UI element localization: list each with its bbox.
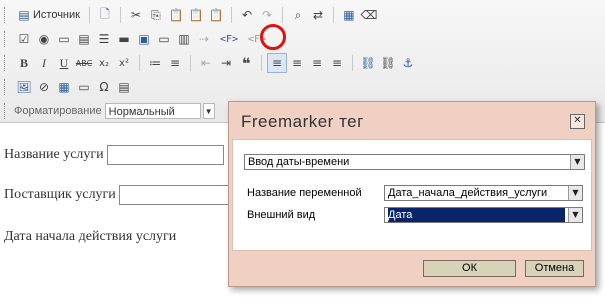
align-right-icon[interactable]: ≡ xyxy=(307,53,327,73)
toolbar-row-3: B I U ABC x₂ x² ≔ ≡ ⇤ ⇥ ❝ ≡ ≡ ≡ ≡ ⛓ ⛓ ⚓ xyxy=(4,52,418,74)
chevron-down-icon[interactable]: ▼ xyxy=(568,186,582,200)
textarea-icon[interactable]: ▤ xyxy=(74,29,94,49)
separator xyxy=(261,55,262,71)
freemarker-dialog: Freemarker тег ✕ Ввод даты-времени ▼ Наз… xyxy=(228,101,596,287)
format-label: Форматирование xyxy=(14,105,102,117)
service-name-label: Название услуги xyxy=(4,147,104,162)
special-char-icon[interactable]: Ω xyxy=(94,77,114,97)
page-break-icon[interactable]: ▤ xyxy=(114,77,134,97)
bold-icon[interactable]: B xyxy=(14,53,34,73)
superscript-icon[interactable]: x² xyxy=(114,53,134,73)
blockquote-icon[interactable]: ❝ xyxy=(236,53,256,73)
disabled-icon[interactable]: ⇢ xyxy=(194,29,214,49)
find-icon[interactable]: ⌕ xyxy=(288,5,308,25)
cancel-button[interactable]: Отмена xyxy=(525,260,584,277)
source-button[interactable]: ▤ Источник xyxy=(14,5,84,25)
variable-name-label: Название переменной xyxy=(247,187,362,199)
hidden-field-icon[interactable]: ▭ xyxy=(154,29,174,49)
radio-icon[interactable]: ◉ xyxy=(34,29,54,49)
provider-row: Поставщик услуги xyxy=(4,185,231,205)
select-field-icon[interactable]: ☰ xyxy=(94,29,114,49)
toolbar-row-2: ☑ ◉ ▭ ▤ ☰ ▬ ▣ ▭ ▥ ⇢ <F> <F> xyxy=(4,28,270,50)
separator xyxy=(281,7,283,23)
separator xyxy=(190,55,191,71)
toolbar-grip xyxy=(4,55,8,71)
source-label: Источник xyxy=(33,9,80,21)
indent-icon[interactable]: ⇥ xyxy=(216,53,236,73)
checkbox-icon[interactable]: ☑ xyxy=(14,29,34,49)
align-left-icon[interactable]: ≡ xyxy=(267,53,287,73)
variable-name-value: Дата_начала_действия_услуги xyxy=(388,187,548,199)
chevron-down-icon[interactable]: ▼ xyxy=(568,208,582,222)
start-date-label: Дата начала действия услуги xyxy=(4,229,177,244)
ordered-list-icon[interactable]: ≔ xyxy=(145,53,165,73)
replace-icon[interactable]: ⇄ xyxy=(308,5,328,25)
strike-icon[interactable]: ABC xyxy=(74,53,94,73)
separator xyxy=(139,55,140,71)
copy-icon[interactable]: ⎘ xyxy=(146,5,166,25)
appearance-select[interactable]: Дата ▼ xyxy=(384,207,583,223)
freemarker-icon[interactable]: <F> xyxy=(214,29,244,49)
image-icon[interactable]: 🖼 xyxy=(14,77,34,97)
image-button-icon[interactable]: ▣ xyxy=(134,29,154,49)
anchor-icon[interactable]: ⚓ xyxy=(398,53,418,73)
chevron-down-icon[interactable]: ▼ xyxy=(570,155,584,169)
dialog-title: Freemarker тег xyxy=(241,112,364,131)
highlight-circle xyxy=(260,24,286,50)
ok-button[interactable]: ОК xyxy=(423,260,516,277)
separator xyxy=(332,7,334,23)
variable-name-select[interactable]: Дата_начала_действия_услуги ▼ xyxy=(384,185,583,201)
service-name-row: Название услуги xyxy=(4,145,224,165)
toolbar-grip xyxy=(4,31,8,47)
undo-icon[interactable]: ↶ xyxy=(237,5,257,25)
source-icon: ▤ xyxy=(18,8,30,22)
provider-field[interactable] xyxy=(118,185,231,205)
new-page-icon[interactable]: 🗋 xyxy=(95,5,115,25)
horizontal-rule-icon[interactable]: ▭ xyxy=(74,77,94,97)
align-center-icon[interactable]: ≡ xyxy=(287,53,307,73)
separator xyxy=(230,7,232,23)
separator xyxy=(88,7,90,23)
button-field-icon[interactable]: ▬ xyxy=(114,29,134,49)
bullet-list-icon[interactable]: ≡ xyxy=(165,53,185,73)
remove-format-icon[interactable]: ⌫ xyxy=(359,5,379,25)
tag-type-select[interactable]: Ввод даты-времени ▼ xyxy=(244,154,585,170)
provider-label: Поставщик услуги xyxy=(4,187,116,202)
unlink-icon[interactable]: ⛓ xyxy=(378,53,398,73)
paste-icon[interactable]: 📋 xyxy=(166,5,186,25)
table-icon[interactable]: ▦ xyxy=(54,77,74,97)
format-dropdown-icon[interactable]: ▼ xyxy=(202,103,215,119)
separator xyxy=(119,7,121,23)
toolbar-grip xyxy=(4,7,8,23)
format-select[interactable]: Нормальный xyxy=(104,103,201,119)
paste-text-icon[interactable]: 📋 xyxy=(186,5,206,25)
toolbar-row-1: ▤ Источник 🗋 ✂ ⎘ 📋 📋 📋 ↶ ↷ ⌕ ⇄ ▦ ⌫ xyxy=(4,4,379,26)
separator xyxy=(352,55,353,71)
cut-icon[interactable]: ✂ xyxy=(126,5,146,25)
close-icon[interactable]: ✕ xyxy=(570,114,585,129)
toolbar-grip xyxy=(4,103,8,119)
appearance-value: Дата xyxy=(388,208,565,222)
redo-icon[interactable]: ↷ xyxy=(257,5,277,25)
toolbar-grip xyxy=(4,79,8,95)
underline-icon[interactable]: U xyxy=(54,53,74,73)
start-date-row: Дата начала действия услуги xyxy=(4,229,176,245)
toolbar-row-4: 🖼 ⊘ ▦ ▭ Ω ▤ xyxy=(4,76,134,98)
subscript-icon[interactable]: x₂ xyxy=(94,53,114,73)
link-icon[interactable]: ⛓ xyxy=(358,53,378,73)
toolbar-row-5: Форматирование Нормальный ▼ xyxy=(4,100,215,122)
dialog-body: Ввод даты-времени ▼ Название переменной … xyxy=(232,139,592,251)
flash-icon[interactable]: ⊘ xyxy=(34,77,54,97)
form-icon[interactable]: ▥ xyxy=(174,29,194,49)
appearance-label: Внешний вид xyxy=(247,209,316,221)
tag-type-value: Ввод даты-времени xyxy=(248,156,350,168)
service-name-field[interactable] xyxy=(106,145,224,165)
align-justify-icon[interactable]: ≡ xyxy=(327,53,347,73)
outdent-icon[interactable]: ⇤ xyxy=(196,53,216,73)
italic-icon[interactable]: I xyxy=(34,53,54,73)
textfield-icon[interactable]: ▭ xyxy=(54,29,74,49)
paste-word-icon[interactable]: 📋 xyxy=(206,5,226,25)
select-all-icon[interactable]: ▦ xyxy=(339,5,359,25)
